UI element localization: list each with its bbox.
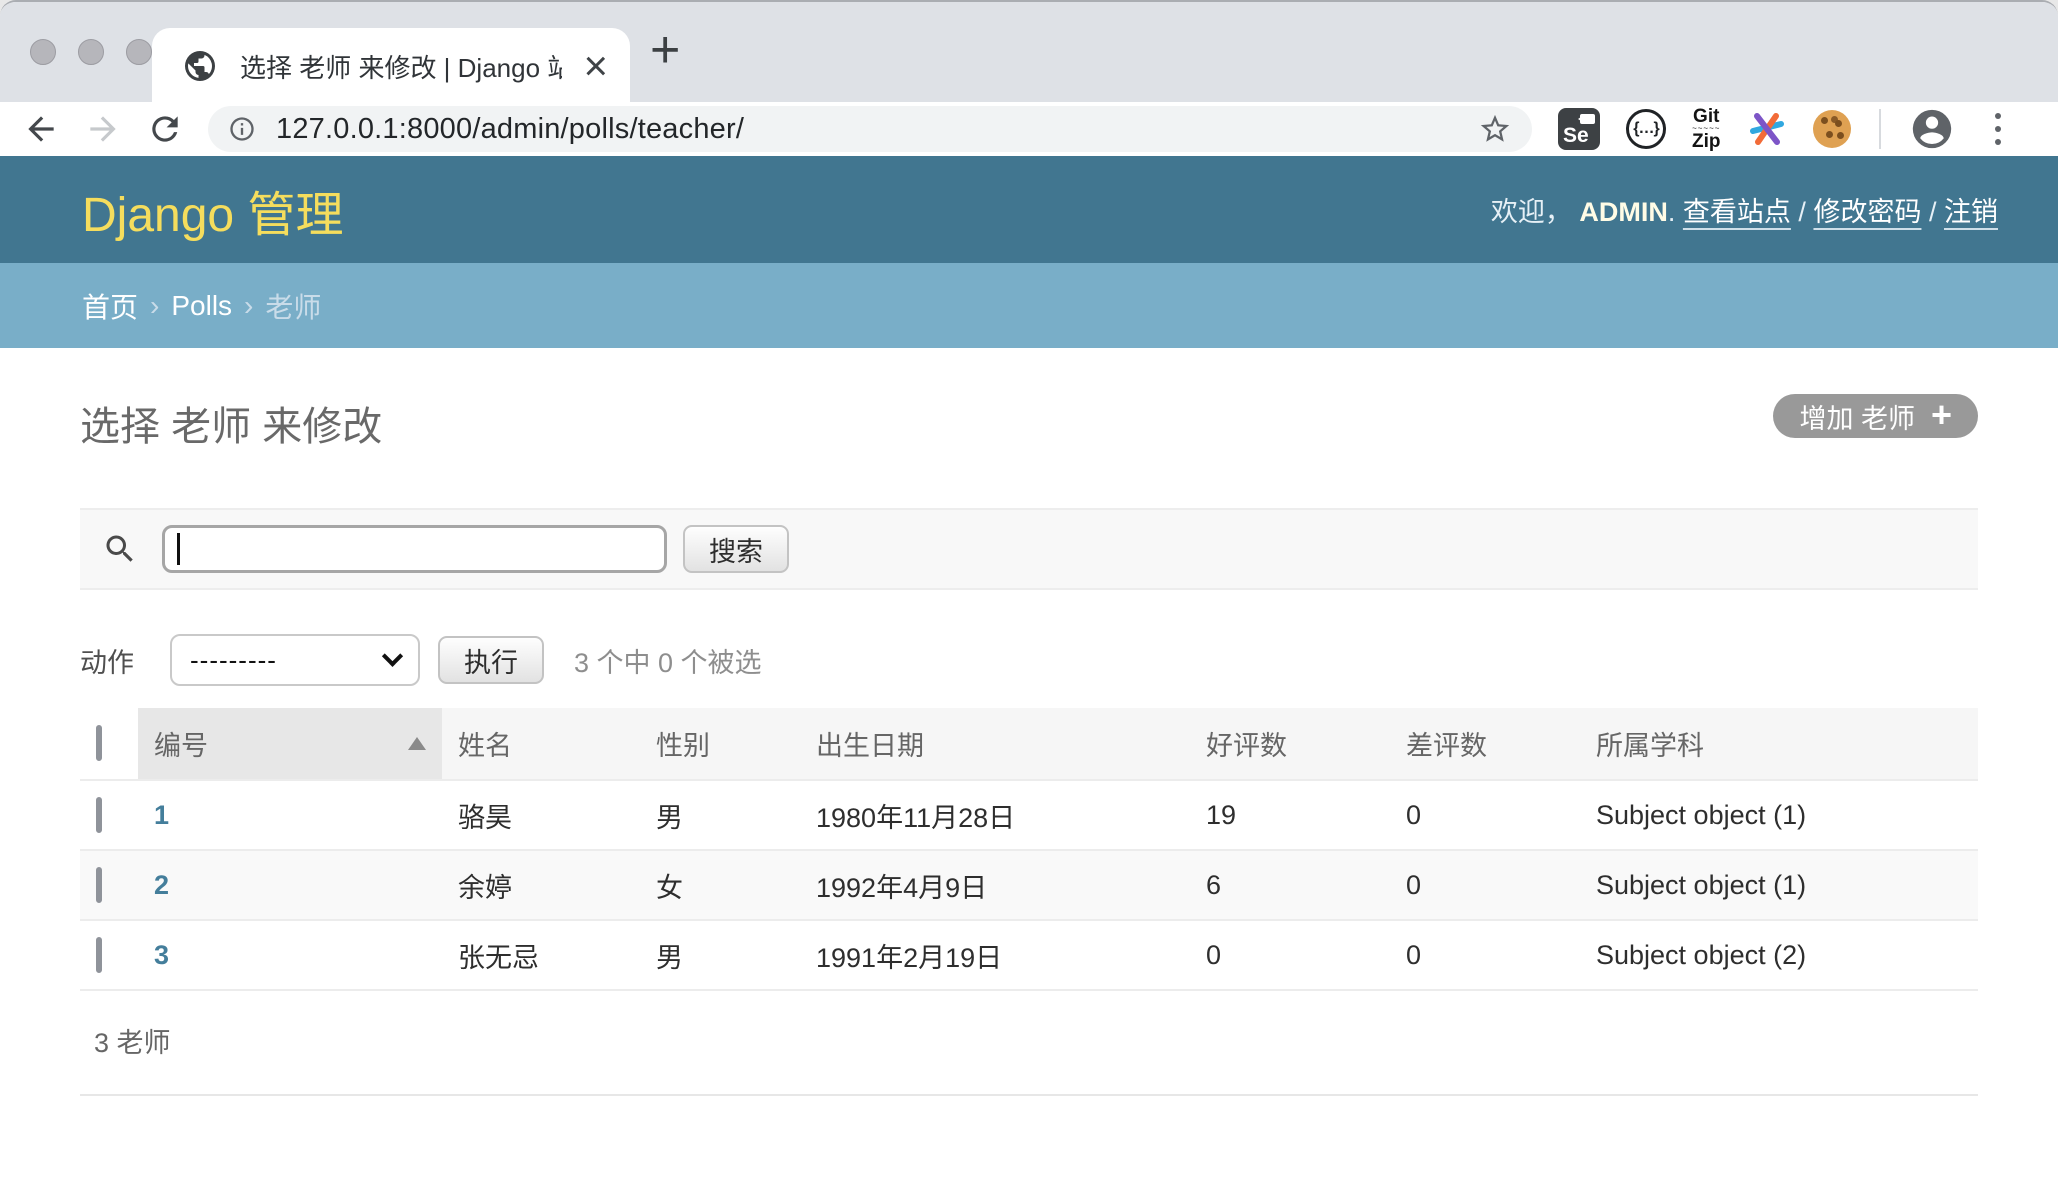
browser-window: 选择 老师 来修改 | Django 站点管理 × + 127.0.0.1:80… (0, 0, 2058, 1186)
admin-header: Django 管理 欢迎， ADMIN. 查看站点 / 修改密码 / 注销 (0, 156, 2058, 263)
sort-ascending-icon[interactable] (408, 737, 426, 750)
window-zoom-button[interactable] (126, 39, 152, 65)
globe-favicon-icon (182, 48, 218, 84)
row-id-link[interactable]: 1 (154, 800, 169, 830)
breadcrumb-home-link[interactable]: 首页 (82, 286, 138, 326)
changelist-content: 选择 老师 来修改 增加 老师 + 搜索 动作 --------- 执行 3 个… (0, 394, 2058, 1096)
bookmark-star-icon[interactable] (1478, 112, 1512, 146)
tab-bar: 选择 老师 来修改 | Django 站点管理 × + (0, 2, 2058, 102)
table-header-row: 编号 姓名 性别 出生日期 好评数 差评数 所属学科 (80, 708, 1978, 780)
reload-icon[interactable] (146, 110, 184, 148)
plus-icon: + (1931, 397, 1952, 433)
results-table: 编号 姓名 性别 出生日期 好评数 差评数 所属学科 1 骆昊 男 (80, 708, 1978, 991)
url-text: 127.0.0.1:8000/admin/polls/teacher/ (276, 113, 744, 146)
column-header-subject[interactable]: 所属学科 (1580, 708, 1978, 780)
breadcrumb: 首页 › Polls › 老师 (0, 263, 2058, 348)
search-button[interactable]: 搜索 (683, 525, 789, 573)
toolbar-divider (1879, 109, 1881, 149)
row-id-link[interactable]: 2 (154, 870, 169, 900)
row-checkbox[interactable] (96, 867, 102, 903)
site-name-link[interactable]: Django 管理 (82, 175, 343, 245)
column-header-id[interactable]: 编号 (138, 708, 442, 780)
window-minimize-button[interactable] (78, 39, 104, 65)
cookie-extension-icon[interactable] (1813, 110, 1851, 148)
row-checkbox[interactable] (96, 937, 102, 973)
selenium-extension-icon[interactable]: Se (1558, 108, 1600, 150)
tab-title: 选择 老师 来修改 | Django 站点管理 (240, 48, 562, 85)
welcome-text: 欢迎， (1491, 197, 1572, 227)
column-header-name[interactable]: 姓名 (442, 708, 640, 780)
column-header-birthday[interactable]: 出生日期 (800, 708, 1190, 780)
table-row: 1 骆昊 男 1980年11月28日 19 0 Subject object (… (80, 780, 1978, 850)
row-id-link[interactable]: 3 (154, 940, 169, 970)
browser-tab[interactable]: 选择 老师 来修改 | Django 站点管理 × (152, 28, 630, 104)
chevron-down-icon (382, 645, 403, 666)
select-all-checkbox[interactable] (96, 725, 102, 761)
result-count: 3 老师 (80, 1021, 1978, 1060)
breadcrumb-current: 老师 (265, 286, 321, 326)
column-header-gender[interactable]: 性别 (640, 708, 800, 780)
table-row: 2 余婷 女 1992年4月9日 6 0 Subject object (1) (80, 850, 1978, 920)
url-bar[interactable]: 127.0.0.1:8000/admin/polls/teacher/ (208, 106, 1532, 152)
json-viewer-extension-icon[interactable]: {…} (1626, 109, 1666, 149)
table-row: 3 张无忌 男 1991年2月19日 0 0 Subject object (2… (80, 920, 1978, 990)
profile-avatar[interactable] (1909, 106, 1955, 152)
column-header-good[interactable]: 好评数 (1190, 708, 1390, 780)
traffic-lights (30, 2, 152, 102)
add-teacher-button[interactable]: 增加 老师 + (1773, 394, 1978, 438)
new-tab-button[interactable]: + (650, 20, 680, 80)
asterisk-extension-icon[interactable] (1747, 109, 1787, 149)
tab-close-icon[interactable]: × (583, 45, 608, 87)
page-title: 选择 老师 来修改 (80, 394, 382, 452)
footer-divider (80, 1094, 1978, 1096)
camera-glyph-icon (1580, 114, 1595, 124)
page-info-icon[interactable] (228, 115, 256, 143)
gitzip-extension-icon[interactable]: Git ~~~~~ Zip (1692, 108, 1721, 149)
actions-bar: 动作 --------- 执行 3 个中 0 个被选 (80, 634, 1978, 686)
search-icon (102, 531, 138, 567)
window-close-button[interactable] (30, 39, 56, 65)
actions-label: 动作 (80, 641, 134, 680)
browser-toolbar: 127.0.0.1:8000/admin/polls/teacher/ Se {… (0, 102, 2058, 156)
search-input[interactable] (162, 525, 667, 573)
breadcrumb-app-link[interactable]: Polls (171, 290, 232, 322)
execute-button[interactable]: 执行 (438, 636, 544, 684)
forward-icon[interactable] (84, 110, 122, 148)
user-tools: 欢迎， ADMIN. 查看站点 / 修改密码 / 注销 (1491, 190, 1998, 229)
browser-menu-icon[interactable] (1995, 113, 2001, 145)
action-select[interactable]: --------- (170, 634, 420, 686)
logout-link[interactable]: 注销 (1944, 197, 1998, 227)
text-caret (177, 533, 180, 565)
username: ADMIN (1579, 197, 1668, 227)
search-toolbar: 搜索 (80, 508, 1978, 590)
selection-counter: 3 个中 0 个被选 (574, 641, 762, 680)
view-site-link[interactable]: 查看站点 (1683, 197, 1791, 227)
back-icon[interactable] (22, 110, 60, 148)
change-password-link[interactable]: 修改密码 (1813, 197, 1921, 227)
extensions-area: Se {…} Git ~~~~~ Zip (1558, 106, 2009, 152)
column-header-bad[interactable]: 差评数 (1390, 708, 1580, 780)
row-checkbox[interactable] (96, 797, 102, 833)
